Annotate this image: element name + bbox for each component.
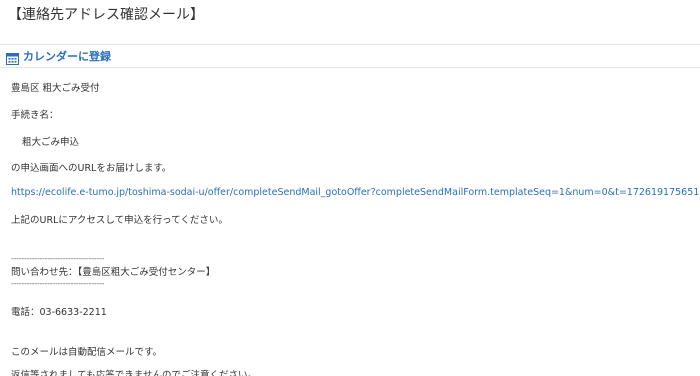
offer-url-link[interactable]: https://ecolife.e-tumo.jp/toshima-sodai-… [11,187,700,198]
phone-line: 電話：03-6633-2211 [11,307,107,318]
calendar-label: カレンダーに登録 [23,50,111,63]
calendar-bar: カレンダーに登録 [0,44,700,68]
separator-bottom: ------------------------------------ [11,279,105,288]
separator-top: ------------------------------------ [11,254,105,263]
email-subject: 【連絡先アドレス確認メール】 [8,7,204,23]
email-view: 【連絡先アドレス確認メール】 カレンダーに登録 豊島区 粗大ごみ受付 手続き名：… [0,0,700,376]
noreply-line: 返信等されましても応答できませんのでご注意ください。 [11,370,257,376]
auto-mail-line: このメールは自動配信メールです。 [11,347,163,358]
ward-line: 豊島区 粗大ごみ受付 [11,83,100,94]
add-to-calendar-button[interactable]: カレンダーに登録 [6,48,111,65]
access-line: 上記のURLにアクセスして申込を行ってください。 [11,215,228,226]
calendar-icon [6,50,19,65]
procedure-label: 手続き名： [11,110,59,121]
contact-line: 問い合わせ先：【豊島区粗大ごみ受付センター】 [11,267,216,278]
notice-line: の申込画面へのURLをお届けします。 [11,163,172,174]
procedure-name: 粗大ごみ申込 [22,137,80,148]
